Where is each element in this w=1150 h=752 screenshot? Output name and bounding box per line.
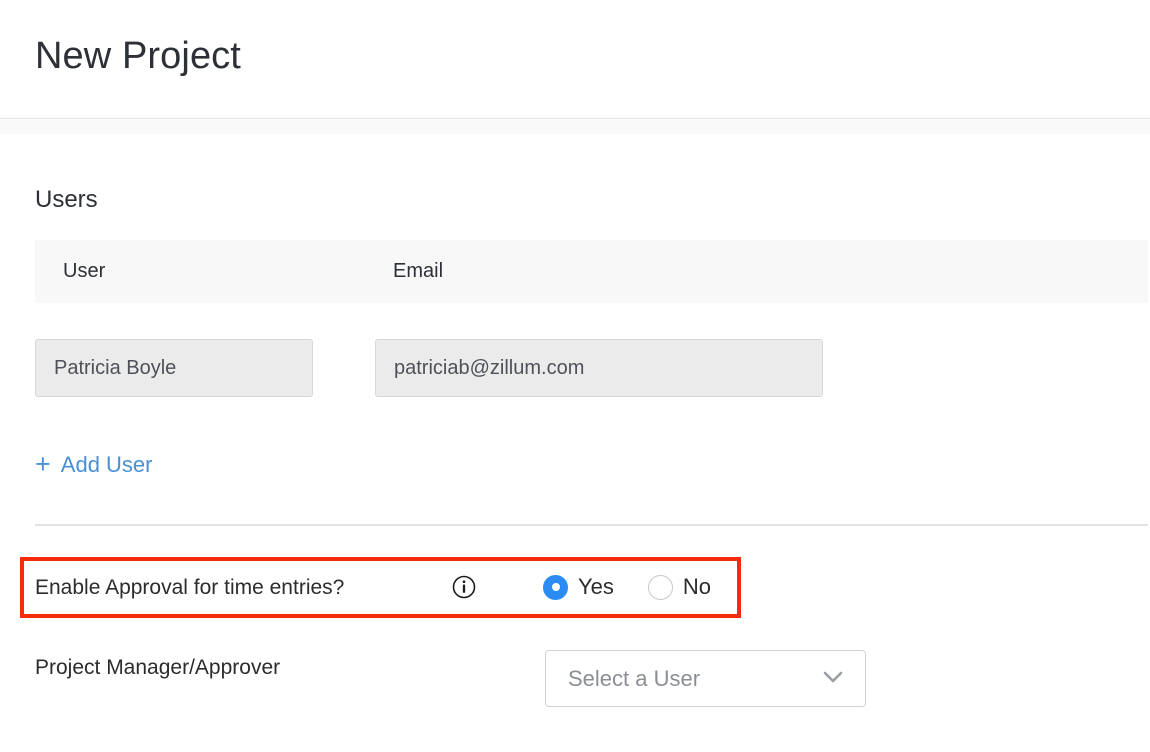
section-divider	[35, 524, 1148, 526]
user-email-input[interactable]: patriciab@zillum.com	[375, 339, 823, 397]
approval-radio-group: Yes No	[543, 572, 711, 602]
user-name-input[interactable]: Patricia Boyle	[35, 339, 313, 397]
project-manager-select-value: Select a User	[568, 666, 701, 691]
project-manager-select[interactable]: Select a User	[545, 650, 866, 707]
radio-option-no[interactable]: No	[647, 573, 712, 601]
chevron-down-icon[interactable]	[823, 670, 843, 684]
column-header-user: User	[63, 260, 106, 282]
page-header: New Project	[0, 0, 1150, 119]
project-manager-label: Project Manager/Approver	[35, 656, 281, 679]
add-user-label: Add User	[60, 452, 153, 477]
info-icon[interactable]	[452, 575, 476, 599]
page-title: New Project	[35, 35, 241, 77]
radio-no-indicator[interactable]	[647, 574, 673, 600]
radio-yes-indicator[interactable]	[543, 574, 568, 600]
add-user-button[interactable]: + Add User	[35, 448, 153, 482]
header-subbar	[0, 120, 1150, 135]
column-header-email: Email	[393, 260, 444, 282]
radio-option-yes[interactable]: Yes	[543, 573, 614, 601]
plus-icon: +	[35, 448, 51, 479]
radio-yes-label: Yes	[578, 574, 614, 599]
users-table-header: User Email	[35, 240, 1148, 303]
section-heading-users: Users	[35, 186, 98, 213]
new-project-form: New Project Users User Email Patricia Bo…	[0, 0, 1150, 752]
approval-label: Enable Approval for time entries?	[35, 576, 345, 599]
radio-no-label: No	[682, 574, 712, 599]
